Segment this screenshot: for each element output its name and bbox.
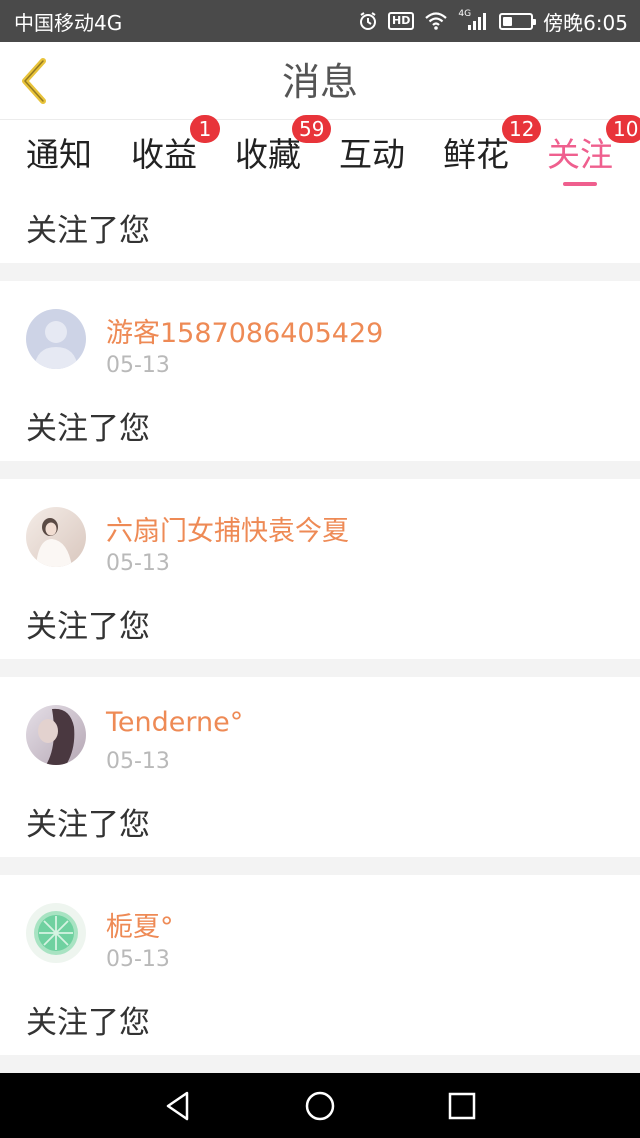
list-item[interactable]: Tenderne° 05-13 关注了您	[0, 677, 640, 857]
date-label: 05-13	[106, 749, 170, 774]
message-text: 关注了您	[26, 807, 150, 843]
message-text: 关注了您	[26, 411, 150, 447]
system-navigation-bar	[0, 1073, 640, 1138]
nav-back-button[interactable]	[148, 1085, 208, 1127]
circle-home-icon	[305, 1091, 335, 1121]
status-icons: HD 4G 傍晚6:05	[358, 7, 628, 36]
message-text: 关注了您	[26, 1005, 150, 1041]
status-bar: 中国移动4G HD 4G 傍晚6:05	[0, 0, 640, 42]
unread-badge: 1	[190, 115, 220, 143]
avatar[interactable]	[26, 507, 86, 567]
active-tab-indicator	[563, 182, 597, 186]
tab-favorites[interactable]: 收藏 59	[235, 115, 332, 189]
user-nickname[interactable]: Tenderne°	[106, 707, 243, 738]
avatar[interactable]	[26, 309, 86, 369]
tab-label: 收藏	[235, 135, 301, 174]
tab-label: 关注	[547, 135, 613, 174]
lime-slice-avatar-icon	[26, 903, 86, 963]
photo-avatar-girl-icon	[26, 507, 86, 567]
tab-follows[interactable]: 关注 10	[547, 115, 640, 189]
default-user-avatar-icon	[26, 309, 86, 369]
message-text: 关注了您	[26, 213, 150, 249]
avatar[interactable]	[26, 705, 86, 765]
clock-label: 傍晚6:05	[543, 10, 628, 35]
follow-message-list[interactable]: 关注了您 游客1587086405429 05-13 关注了您 六扇门女捕快袁今…	[0, 189, 640, 1073]
photo-avatar-portrait-icon	[26, 705, 86, 765]
list-item[interactable]: 游客1587086405429 05-13 关注了您	[0, 281, 640, 461]
tab-label: 收益	[131, 135, 197, 174]
back-button[interactable]	[14, 56, 54, 106]
user-nickname[interactable]: 栀夏°	[106, 905, 174, 944]
wifi-icon	[424, 11, 448, 31]
unread-badge: 10	[606, 115, 640, 143]
list-item[interactable]: 栀夏° 05-13 关注了您	[0, 875, 640, 1055]
tab-notifications[interactable]: 通知	[26, 121, 92, 189]
user-nickname[interactable]: 游客1587086405429	[106, 311, 383, 350]
avatar[interactable]	[26, 903, 86, 963]
nav-recents-button[interactable]	[432, 1085, 492, 1127]
message-text: 关注了您	[26, 609, 150, 645]
unread-badge: 59	[292, 115, 332, 143]
alarm-clock-icon	[358, 11, 378, 31]
unread-badge: 12	[502, 115, 542, 143]
carrier-label: 中国移动4G	[14, 10, 123, 35]
page-header: 消息	[0, 42, 640, 120]
list-item[interactable]: 关注了您	[0, 189, 640, 263]
square-recents-icon	[448, 1092, 476, 1120]
tab-label: 鲜花	[443, 135, 509, 174]
date-label: 05-13	[106, 551, 170, 576]
tab-interactions[interactable]: 互动	[339, 121, 405, 189]
hd-icon: HD	[388, 12, 415, 30]
list-item[interactable]: 六扇门女捕快袁今夏 05-13 关注了您	[0, 479, 640, 659]
tab-label: 互动	[339, 135, 405, 174]
category-tabs: 通知 收益 1 收藏 59 互动 鲜花 12 关注 10	[0, 115, 640, 189]
date-label: 05-13	[106, 947, 170, 972]
tab-label: 通知	[26, 135, 92, 174]
battery-level	[503, 16, 513, 26]
signal-bars-icon: 4G	[458, 9, 489, 31]
battery-icon	[499, 12, 537, 30]
tab-earnings[interactable]: 收益 1	[131, 115, 220, 189]
date-label: 05-13	[106, 353, 170, 378]
page-title: 消息	[281, 60, 358, 104]
network-type-label: 4G	[458, 9, 472, 19]
chevron-left-icon	[22, 58, 46, 104]
nav-home-button[interactable]	[290, 1085, 350, 1127]
tab-flowers[interactable]: 鲜花 12	[443, 115, 542, 189]
triangle-back-icon	[166, 1091, 189, 1121]
user-nickname[interactable]: 六扇门女捕快袁今夏	[106, 509, 349, 548]
